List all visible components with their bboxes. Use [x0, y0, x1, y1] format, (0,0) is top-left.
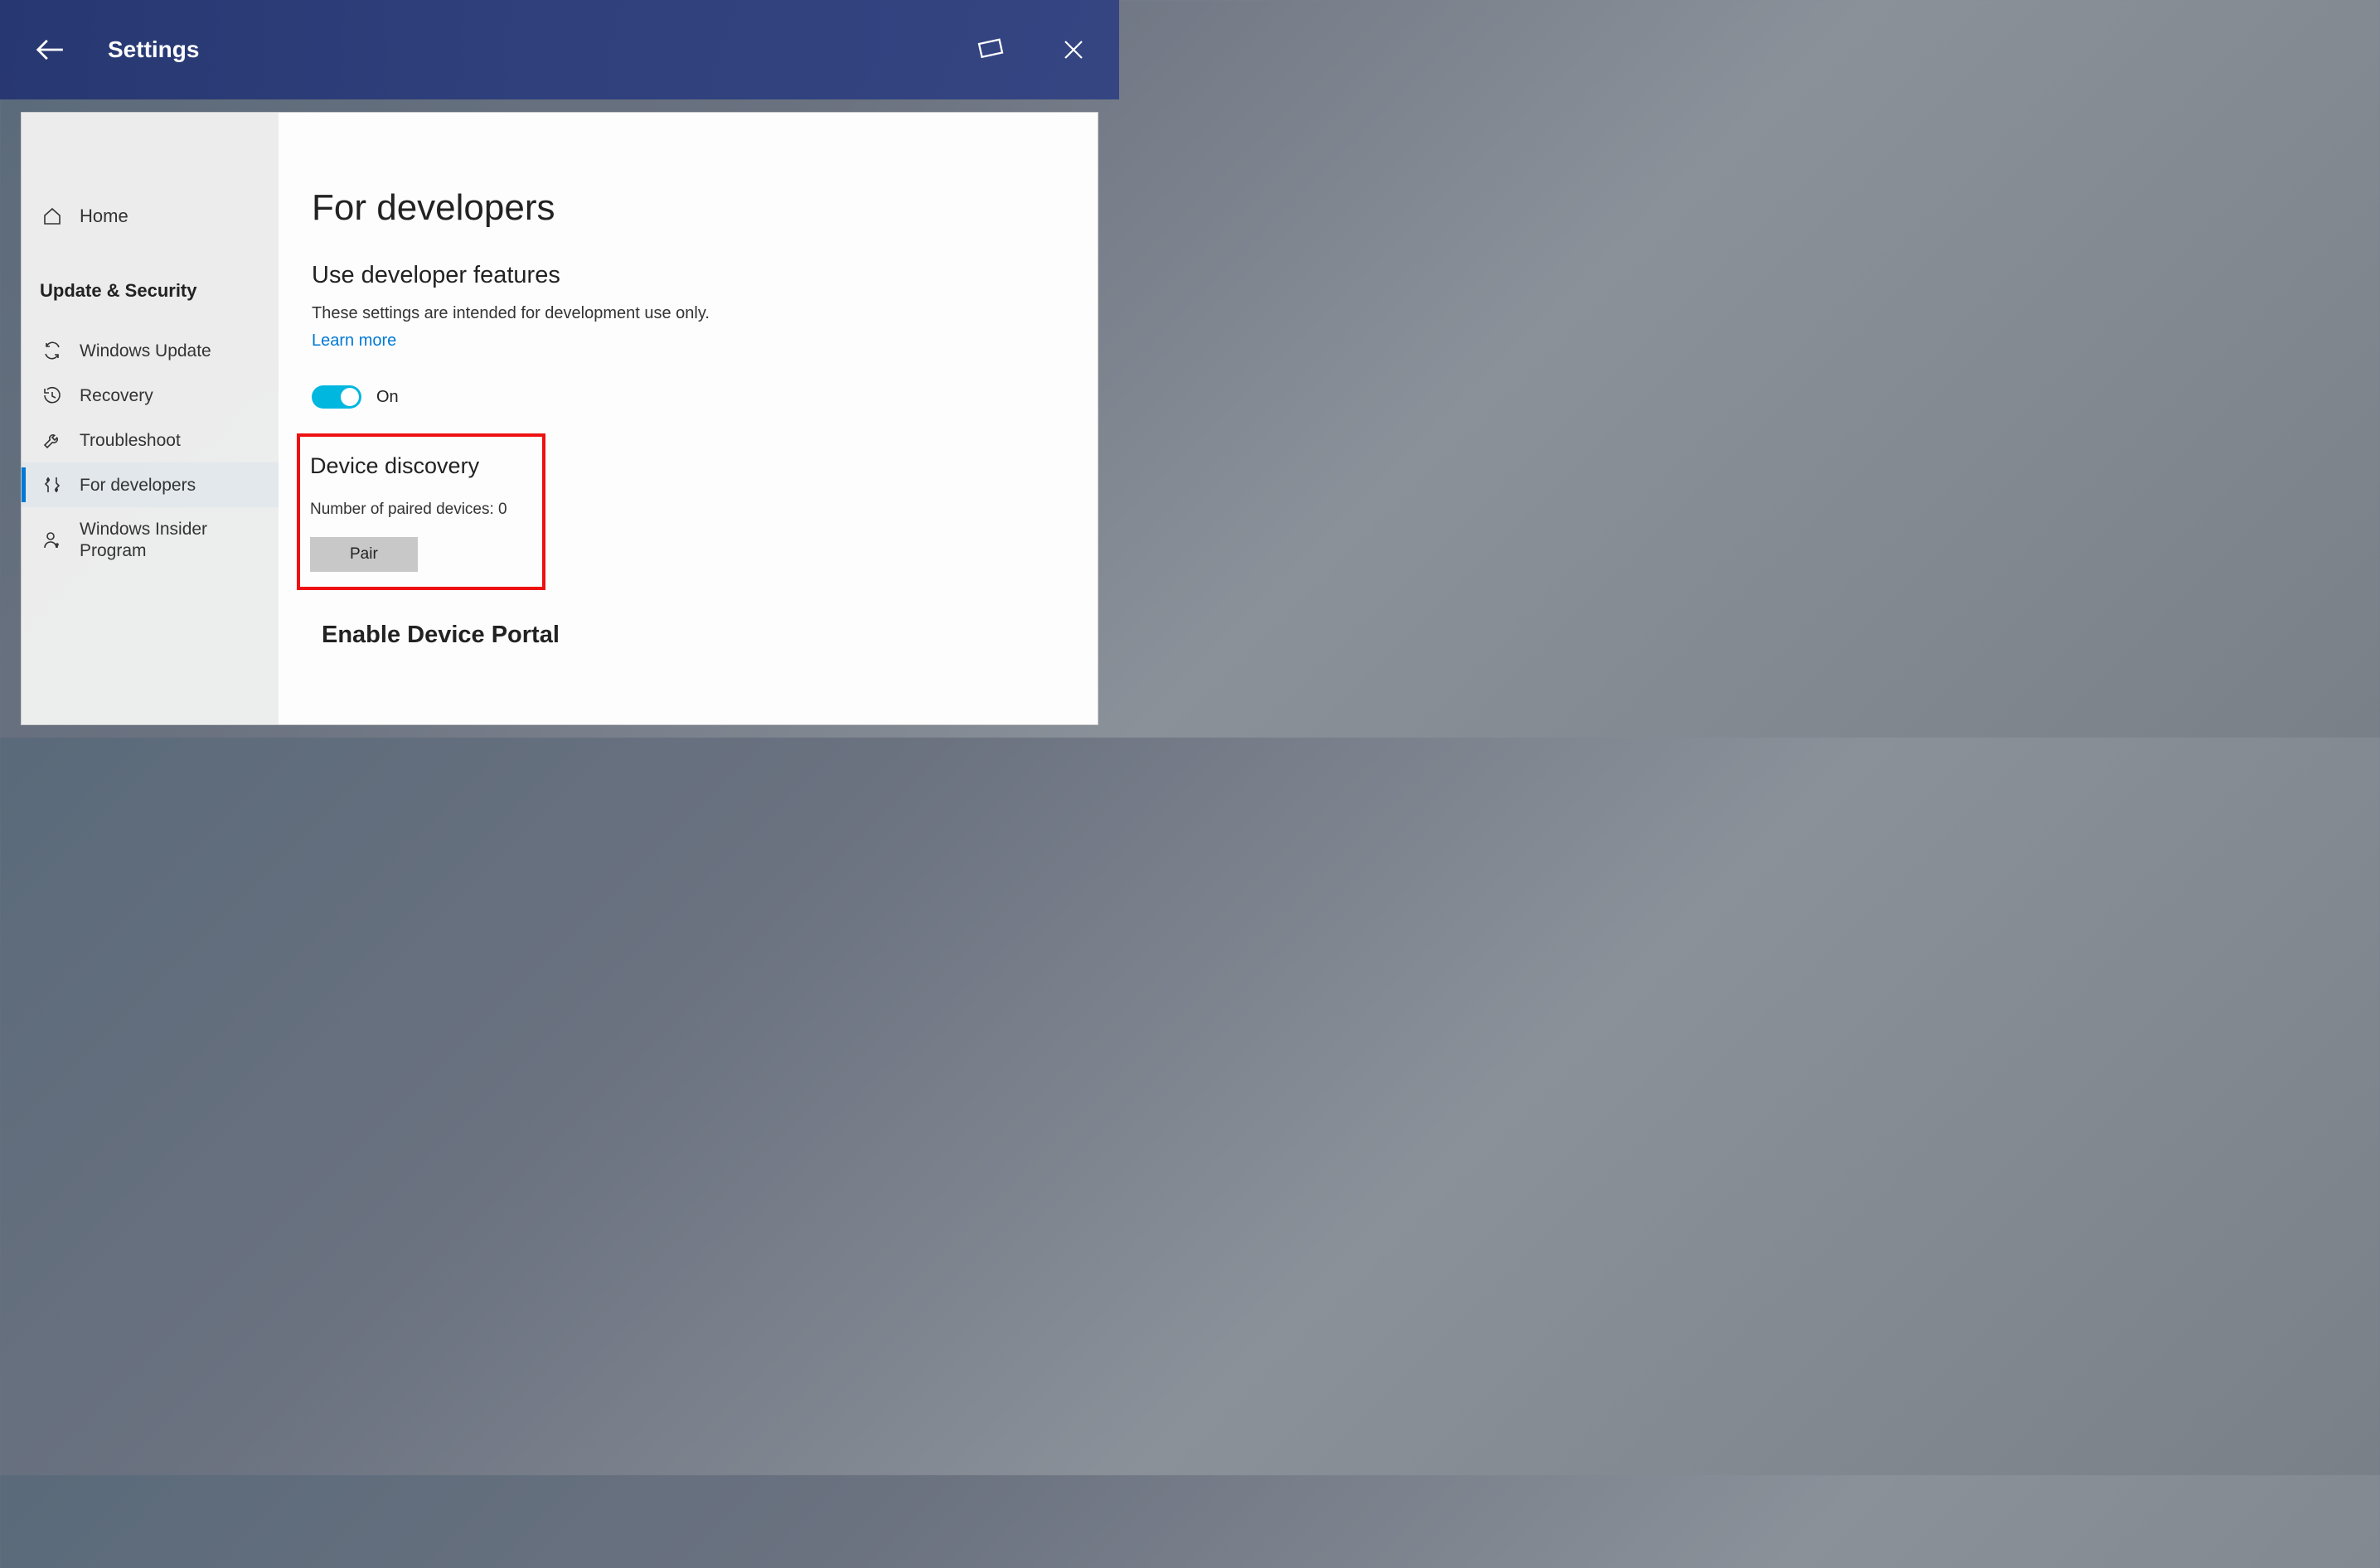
dev-features-description: These settings are intended for developm…	[312, 304, 1064, 323]
sidebar-item-label: Windows Insider Program	[80, 519, 259, 560]
sidebar-item-label: Windows Update	[80, 341, 211, 361]
device-discovery-highlight: Device discovery Number of paired device…	[297, 433, 545, 590]
sidebar-item-label: Troubleshoot	[80, 430, 181, 451]
dev-mode-toggle[interactable]	[312, 385, 361, 409]
person-icon	[41, 530, 63, 551]
window-controls	[970, 29, 1094, 70]
enable-device-portal-heading: Enable Device Portal	[322, 622, 1064, 649]
toggle-label: On	[376, 388, 399, 407]
sidebar-item-recovery[interactable]: Recovery	[22, 373, 279, 418]
sidebar-item-windows-update[interactable]: Windows Update	[22, 328, 279, 373]
sidebar-home-label: Home	[80, 206, 128, 227]
close-icon	[1061, 37, 1086, 62]
title-bar: Settings	[0, 0, 1119, 99]
sidebar-item-insider[interactable]: Windows Insider Program	[22, 507, 279, 572]
pair-button[interactable]: Pair	[310, 537, 418, 572]
toggle-knob	[341, 388, 359, 406]
sidebar-home[interactable]: Home	[22, 196, 279, 237]
close-button[interactable]	[1053, 29, 1094, 70]
sidebar-item-for-developers[interactable]: For developers	[22, 462, 279, 507]
tools-icon	[41, 474, 63, 496]
dev-mode-toggle-row: On	[312, 385, 1064, 409]
app-title: Settings	[108, 36, 970, 63]
sidebar-item-troubleshoot[interactable]: Troubleshoot	[22, 418, 279, 462]
device-discovery-heading: Device discovery	[310, 453, 532, 479]
home-icon	[41, 206, 63, 227]
learn-more-link[interactable]: Learn more	[312, 332, 396, 351]
back-button[interactable]	[25, 25, 75, 75]
sync-icon	[41, 340, 63, 361]
page-heading: For developers	[312, 187, 1064, 229]
sidebar-item-label: For developers	[80, 475, 196, 496]
content-area: For developers Use developer features Th…	[279, 113, 1098, 724]
history-icon	[41, 385, 63, 406]
sidebar-item-label: Recovery	[80, 385, 153, 406]
follow-me-icon	[973, 32, 1008, 67]
settings-window: Home Update & Security Windows Update	[21, 112, 1098, 725]
paired-devices-count: Number of paired devices: 0	[310, 501, 532, 519]
follow-me-button[interactable]	[970, 29, 1011, 70]
sidebar: Home Update & Security Windows Update	[22, 113, 279, 724]
back-arrow-icon	[34, 34, 65, 65]
wrench-icon	[41, 429, 63, 451]
sidebar-category: Update & Security	[22, 262, 279, 313]
use-dev-features-heading: Use developer features	[312, 262, 1064, 289]
